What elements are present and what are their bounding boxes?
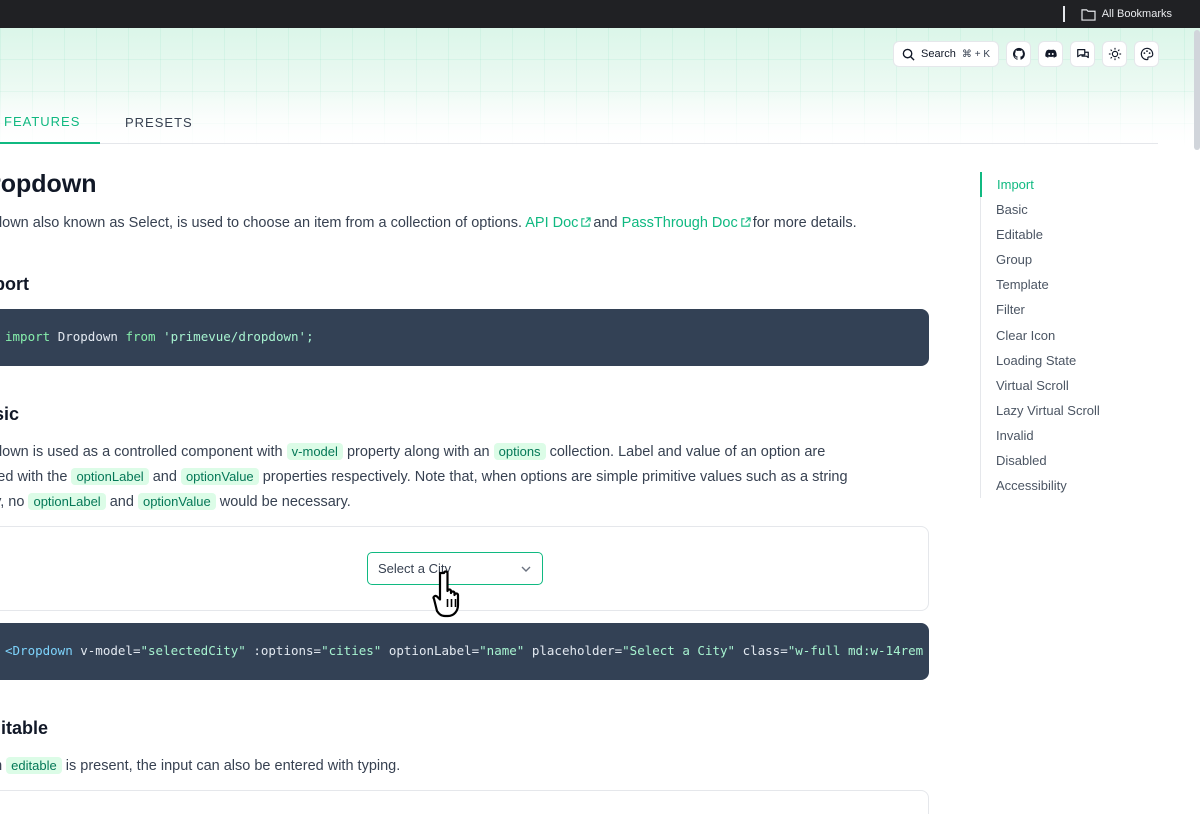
text: ay, no [0,494,25,510]
chevron-down-icon [521,566,531,572]
basic-paragraph-line3: ay, no optionLabel and optionValue would… [0,489,351,515]
top-toolbar: Search ⌘ + K [893,41,1159,67]
search-shortcut: ⌘ + K [961,48,990,60]
toc-item-filter[interactable]: Filter [981,297,1100,322]
code-attr: class= [735,643,788,658]
toc-item-editable[interactable]: Editable [981,222,1100,247]
tab-features[interactable]: FEATURES [0,100,100,144]
code-text: Dropdown [57,329,118,344]
chat-bubbles-icon [1076,49,1089,59]
page-scrollbar[interactable] [1194,30,1200,150]
folder-icon [1081,8,1096,21]
basic-code-block: <Dropdown v-model="selectedCity" :option… [0,623,929,680]
code-chip: options [493,443,546,460]
code-attr: optionLabel= [381,643,480,658]
text: would be necessary. [219,494,351,510]
toc-item-loading-state[interactable]: Loading State [981,348,1100,373]
tab-presets[interactable]: PRESETS [125,100,193,144]
github-icon [1012,47,1025,60]
editable-demo-panel [0,790,929,814]
discord-icon [1044,49,1057,58]
bookmarks-bar: All Bookmarks [0,0,1200,28]
code-string: "cities" [321,643,382,658]
description-text: pdown also known as Select, is used to c… [0,215,522,231]
basic-paragraph-line2: ined with the optionLabel and optionValu… [0,464,848,490]
sun-icon [1108,47,1121,61]
github-button[interactable] [1006,41,1031,67]
code-chip: editable [6,757,62,774]
basic-heading: sic [0,404,20,424]
text: property along with an [346,444,490,460]
code-string: "Select a City" [622,643,736,658]
palette-icon [1140,47,1153,61]
discussions-button[interactable] [1070,41,1095,67]
toc-item-clear-icon[interactable]: Clear Icon [981,323,1100,348]
palette-button[interactable] [1134,41,1159,67]
toc-item-virtual-scroll[interactable]: Virtual Scroll [981,373,1100,398]
discord-button[interactable] [1038,41,1063,67]
text: collection. Label and value of an option… [549,444,826,460]
code-chip: v-model [286,443,343,460]
code-keyword: import [5,329,51,344]
toc-item-template[interactable]: Template [981,272,1100,297]
description-end: for more details. [752,215,857,231]
toc-item-invalid[interactable]: Invalid [981,423,1100,448]
search-icon [902,48,915,61]
search-button[interactable]: Search ⌘ + K [893,41,999,67]
external-link-icon [581,217,592,227]
toc-item-basic[interactable]: Basic [981,197,1100,222]
search-label: Search [921,48,956,60]
text: is present, the input can also be entere… [65,758,401,774]
editable-heading: litable [0,718,49,738]
theme-toggle-button[interactable] [1102,41,1127,67]
code-string: 'primevue/dropdown'; [163,329,314,344]
code-attr: :options= [245,643,322,658]
code-chip: optionLabel [71,468,149,485]
code-string: "w-full md:w-14rem [787,643,924,658]
page-tabs: FEATURES PRESETS [0,100,1158,144]
code-tag: <Dropdown [5,643,73,658]
description-and: and [593,215,618,231]
basic-paragraph-line1: pdown is used as a controlled component … [0,439,825,465]
api-doc-link[interactable]: API Doc [525,215,578,231]
text: pdown is used as a controlled component … [0,444,283,460]
text: en [0,758,2,774]
text: properties respectively. Note that, when… [262,469,848,485]
code-chip: optionValue [180,468,259,485]
toc-item-group[interactable]: Group [981,247,1100,272]
import-heading: port [0,274,29,294]
passthrough-doc-link[interactable]: PassThrough Doc [622,215,738,231]
all-bookmarks-label: All Bookmarks [1101,8,1172,20]
toc-item-lazy-virtual-scroll[interactable]: Lazy Virtual Scroll [981,398,1100,423]
external-link-icon [741,217,751,227]
import-code-block: import Dropdown from 'primevue/dropdown'… [0,309,929,366]
code-keyword: from [125,329,156,344]
page-title: ropdown [0,170,97,198]
table-of-contents: Import Basic Editable Group Template Fil… [980,172,1100,498]
hand-pointer-cursor-icon [432,570,460,618]
code-chip: optionLabel [28,493,106,510]
toc-item-disabled[interactable]: Disabled [981,448,1100,473]
code-attr: v-model= [72,643,141,658]
bookmarks-separator [1062,6,1065,22]
code-string: "selectedCity" [140,643,246,658]
code-string: "name" [479,643,525,658]
page-description: pdown also known as Select, is used to c… [0,215,857,231]
text: and [109,494,134,510]
code-attr: placeholder= [524,643,623,658]
text: ined with the [0,469,68,485]
toc-item-accessibility[interactable]: Accessibility [981,473,1100,498]
all-bookmarks-button[interactable]: All Bookmarks [1081,8,1172,21]
text: and [152,469,177,485]
code-chip: optionValue [137,493,216,510]
editable-paragraph: en editable is present, the input can al… [0,753,400,779]
toc-item-import[interactable]: Import [980,172,1100,198]
